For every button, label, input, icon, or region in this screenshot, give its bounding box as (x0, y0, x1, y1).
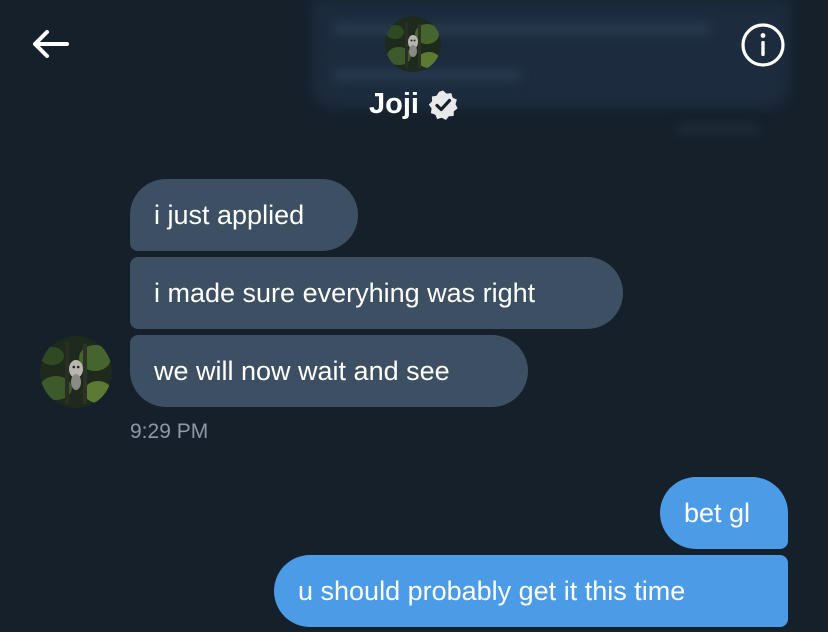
message-text: u should probably get it this time (298, 575, 686, 606)
info-circle-icon (741, 23, 785, 67)
message-text: we will now wait and see (154, 355, 450, 386)
verified-badge-icon (427, 89, 459, 121)
message-text: i made sure everyhing was right (154, 277, 536, 308)
avatar-image (385, 16, 441, 72)
chat-header: Joji (0, 0, 828, 150)
outgoing-message-bubble[interactable]: bet gl (660, 477, 788, 549)
incoming-message-bubble[interactable]: i made sure everyhing was right (130, 257, 623, 329)
sender-avatar[interactable] (40, 336, 112, 408)
conversation-info-button[interactable] (740, 22, 786, 68)
blurred-text-line (332, 68, 522, 82)
arrow-left-icon (33, 30, 69, 58)
incoming-message-bubble[interactable]: i just applied (130, 179, 358, 251)
contact-title: Joji (0, 88, 828, 121)
contact-name: Joji (369, 88, 419, 120)
incoming-message-bubble[interactable]: we will now wait and see (130, 335, 528, 407)
message-timestamp: 9:29 PM (130, 420, 209, 443)
outgoing-message-bubble[interactable]: u should probably get it this time (274, 555, 788, 627)
blurred-text-line (676, 124, 760, 134)
message-text: i just applied (154, 199, 305, 230)
avatar-image (40, 336, 112, 408)
message-text: bet gl (684, 497, 751, 528)
back-button[interactable] (28, 24, 72, 64)
header-avatar[interactable] (385, 16, 441, 72)
